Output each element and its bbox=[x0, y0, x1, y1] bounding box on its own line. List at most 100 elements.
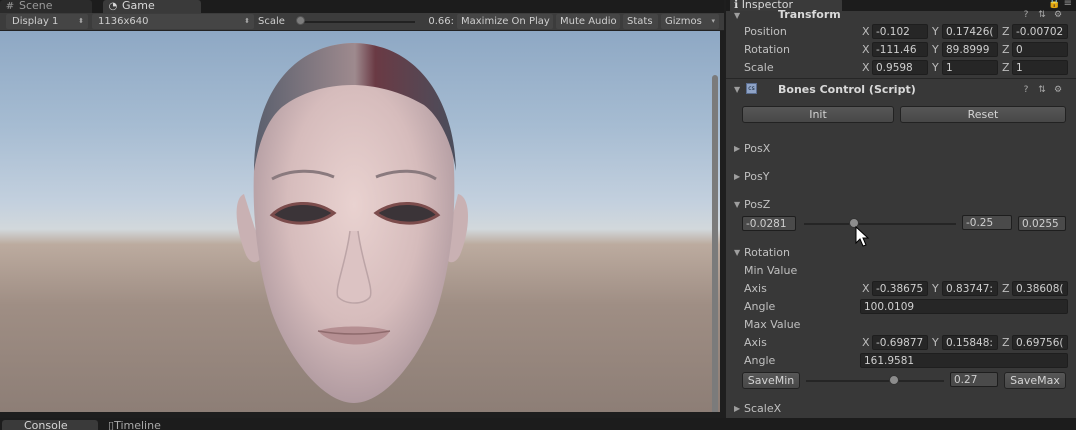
max-axis-y-label: Y bbox=[932, 336, 939, 349]
min-axis-z-label: Z bbox=[1002, 282, 1010, 295]
min-angle-label: Angle bbox=[744, 300, 776, 313]
gear-icon[interactable]: ⚙ bbox=[1052, 84, 1064, 96]
rotation-value-field[interactable]: 0.27 bbox=[950, 372, 998, 387]
scale-value: 0.66: bbox=[428, 16, 454, 27]
posz-min-field[interactable]: -0.0281 bbox=[742, 216, 796, 231]
lock-icon[interactable]: 🔒 ≡ bbox=[1048, 0, 1072, 9]
gear-icon[interactable]: ⚙ bbox=[1052, 9, 1064, 21]
reset-button[interactable]: Reset bbox=[900, 106, 1066, 123]
grid-icon: # bbox=[5, 1, 15, 12]
dropdown-arrow-icon: ▾ bbox=[711, 17, 715, 25]
bones-control-header[interactable]: ▼ cs Bones Control (Script) ? ⇅ ⚙ bbox=[726, 82, 1076, 98]
game-view-panel: # Scene ◔ Game Display 1 ⬍ 1136x640 ⬍ Scal… bbox=[0, 0, 724, 418]
dropdown-arrow-icon: ⬍ bbox=[78, 17, 84, 25]
min-axis-x-field[interactable]: -0.38675 bbox=[872, 281, 928, 296]
scale-label: Scale bbox=[744, 61, 774, 74]
tab-game[interactable]: ◔ Game bbox=[103, 0, 201, 13]
rotation-z-field[interactable]: 0 bbox=[1012, 42, 1068, 57]
max-axis-z-field[interactable]: 0.69756( bbox=[1012, 335, 1068, 350]
game-viewport[interactable] bbox=[0, 31, 720, 412]
position-z-label: Z bbox=[1002, 25, 1010, 38]
min-axis-y-field[interactable]: 0.83747: bbox=[942, 281, 998, 296]
face-render bbox=[236, 43, 468, 403]
max-axis-z-label: Z bbox=[1002, 336, 1010, 349]
max-angle-field[interactable]: 161.9581 bbox=[860, 353, 1068, 368]
maximize-on-play-button[interactable]: Maximize On Play bbox=[457, 14, 553, 29]
left-tab-bar: # Scene ◔ Game bbox=[0, 0, 724, 13]
min-axis-z-field[interactable]: 0.38608( bbox=[1012, 281, 1068, 296]
max-value-label: Max Value bbox=[744, 318, 801, 331]
save-max-button[interactable]: SaveMax bbox=[1004, 372, 1066, 389]
max-axis-label: Axis bbox=[744, 336, 767, 349]
scale-x-field[interactable]: 0.9598 bbox=[872, 60, 928, 75]
scale-y-field[interactable]: 1 bbox=[942, 60, 998, 75]
vertical-scrollbar[interactable] bbox=[712, 75, 718, 412]
scale-label: Scale bbox=[258, 16, 285, 27]
stats-button[interactable]: Stats bbox=[623, 14, 658, 29]
min-angle-field[interactable]: 100.0109 bbox=[860, 299, 1068, 314]
scale-slider-thumb[interactable] bbox=[296, 16, 305, 25]
position-label: Position bbox=[744, 25, 787, 38]
rotation-x-field[interactable]: -111.46 bbox=[872, 42, 928, 57]
posz-max-field[interactable]: 0.0255 bbox=[1018, 216, 1066, 231]
mouse-cursor-icon bbox=[855, 226, 870, 247]
position-x-label: X bbox=[862, 25, 870, 38]
max-axis-x-label: X bbox=[862, 336, 870, 349]
rotation-z-label: Z bbox=[1002, 43, 1010, 56]
rotation-y-label: Y bbox=[932, 43, 939, 56]
mute-audio-button[interactable]: Mute Audio bbox=[556, 14, 620, 29]
max-axis-y-field[interactable]: 0.15848: bbox=[942, 335, 998, 350]
dropdown-arrow-icon: ⬍ bbox=[244, 17, 250, 25]
rotation-foldout[interactable]: Rotation bbox=[744, 246, 790, 259]
tab-console[interactable]: Console bbox=[2, 420, 98, 430]
transform-title: Transform bbox=[778, 8, 841, 21]
transform-header[interactable]: ▼ Transform ? ⇅ ⚙ bbox=[726, 8, 1076, 23]
display-dropdown[interactable]: Display 1 ⬍ bbox=[6, 14, 88, 29]
scale-y-label: Y bbox=[932, 61, 939, 74]
fold-arrow-icon: ▼ bbox=[734, 85, 741, 94]
bottom-tab-bar: Console ▯Timeline bbox=[0, 418, 1076, 430]
position-y-label: Y bbox=[932, 25, 939, 38]
fold-arrow-icon: ▼ bbox=[734, 11, 741, 20]
script-file-icon: cs bbox=[746, 83, 757, 94]
inspector-panel: ℹ Inspector 🔒 ≡ ▼ Transform ? ⇅ ⚙ Positi… bbox=[724, 0, 1076, 418]
save-min-button[interactable]: SaveMin bbox=[742, 372, 800, 389]
min-axis-y-label: Y bbox=[932, 282, 939, 295]
posz-value-field[interactable]: -0.25 bbox=[962, 215, 1012, 230]
scale-slider-track[interactable] bbox=[297, 21, 415, 23]
collapsed-arrow-icon[interactable]: ▶ bbox=[734, 404, 740, 413]
rotation-slider-track[interactable] bbox=[806, 380, 944, 382]
game-toolbar: Display 1 ⬍ 1136x640 ⬍ Scale 0.66: Maxim… bbox=[0, 13, 724, 31]
preset-icon[interactable]: ⇅ bbox=[1036, 9, 1048, 21]
bones-control-title: Bones Control (Script) bbox=[778, 83, 916, 96]
position-z-field[interactable]: -0.00702 bbox=[1012, 24, 1068, 39]
collapsed-arrow-icon[interactable]: ▶ bbox=[734, 172, 740, 181]
init-button[interactable]: Init bbox=[742, 106, 894, 123]
rotation-x-label: X bbox=[862, 43, 870, 56]
min-value-label: Min Value bbox=[744, 264, 798, 277]
posy-foldout[interactable]: PosY bbox=[744, 170, 769, 183]
scale-z-label: Z bbox=[1002, 61, 1010, 74]
position-x-field[interactable]: -0.102 bbox=[872, 24, 928, 39]
tab-scene[interactable]: # Scene bbox=[0, 0, 92, 13]
rotation-y-field[interactable]: 89.8999 bbox=[942, 42, 998, 57]
resolution-dropdown[interactable]: 1136x640 ⬍ bbox=[92, 14, 254, 29]
scalex-foldout[interactable]: ScaleX bbox=[744, 402, 781, 415]
scale-z-field[interactable]: 1 bbox=[1012, 60, 1068, 75]
tab-timeline[interactable]: ▯Timeline bbox=[104, 420, 161, 430]
max-axis-x-field[interactable]: -0.69877 bbox=[872, 335, 928, 350]
preset-icon[interactable]: ⇅ bbox=[1036, 84, 1048, 96]
posz-foldout[interactable]: PosZ bbox=[744, 198, 770, 211]
rotation-slider-thumb[interactable] bbox=[889, 375, 900, 385]
collapsed-arrow-icon[interactable]: ▶ bbox=[734, 144, 740, 153]
gizmos-button[interactable]: Gizmos ▾ bbox=[661, 14, 719, 29]
posz-slider-track[interactable] bbox=[804, 223, 956, 225]
max-angle-label: Angle bbox=[744, 354, 776, 367]
posx-foldout[interactable]: PosX bbox=[744, 142, 770, 155]
expanded-arrow-icon[interactable]: ▼ bbox=[734, 248, 740, 257]
help-icon[interactable]: ? bbox=[1020, 84, 1032, 96]
expanded-arrow-icon[interactable]: ▼ bbox=[734, 200, 740, 209]
separator bbox=[726, 78, 1076, 79]
help-icon[interactable]: ? bbox=[1020, 9, 1032, 21]
position-y-field[interactable]: 0.17426( bbox=[942, 24, 998, 39]
